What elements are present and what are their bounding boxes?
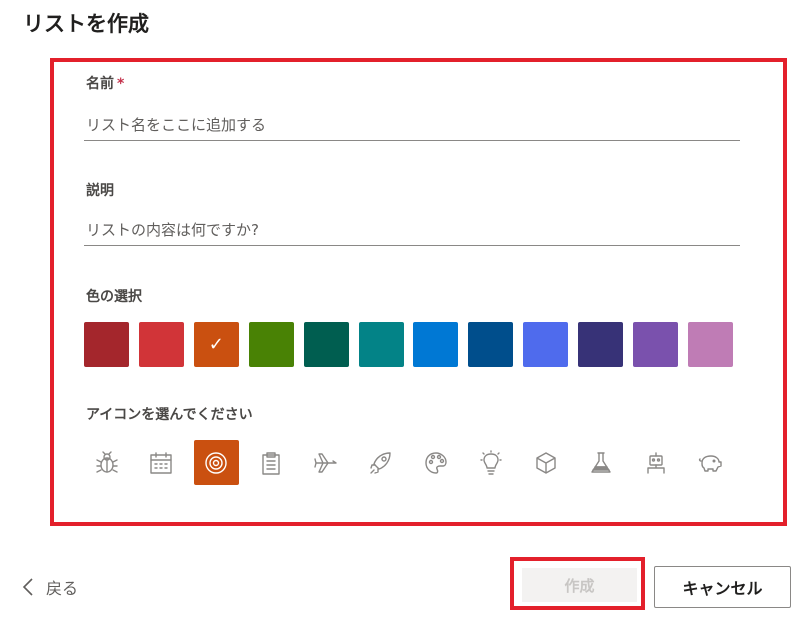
rocket-icon <box>370 451 391 474</box>
beaker-icon <box>590 451 611 473</box>
clipboard-icon <box>262 451 280 475</box>
bug-icon <box>95 450 118 473</box>
icon-label: アイコンを選んでください <box>86 407 253 423</box>
icon-option-target[interactable] <box>193 440 239 485</box>
name-label-text: 名前 <box>86 76 114 92</box>
chevron-left-icon <box>22 578 33 596</box>
airplane-icon <box>314 452 337 473</box>
icon-option-rocket[interactable] <box>359 440 404 485</box>
color-label: 色の選択 <box>86 289 142 305</box>
description-input[interactable] <box>84 215 740 246</box>
description-label: 説明 <box>86 183 114 199</box>
color-swatch[interactable] <box>633 322 678 367</box>
piggy-bank-icon <box>699 454 723 472</box>
create-button[interactable]: 作成 <box>522 568 637 602</box>
color-swatch[interactable] <box>248 322 294 367</box>
color-swatch[interactable] <box>687 322 733 367</box>
robot-icon <box>646 451 665 474</box>
icon-option-calendar[interactable] <box>139 440 184 485</box>
icon-option-robot[interactable] <box>633 440 678 485</box>
dialog-title: リストを作成 <box>23 12 149 36</box>
color-swatch[interactable] <box>303 322 349 367</box>
icon-option-airplane[interactable] <box>304 440 349 485</box>
color-swatch[interactable] <box>138 322 184 367</box>
color-swatch[interactable] <box>523 322 569 367</box>
checkmark-icon: ✓ <box>208 334 224 355</box>
cancel-button[interactable]: キャンセル <box>654 566 791 608</box>
icon-option-piggy-bank[interactable] <box>688 440 733 485</box>
back-label: 戻る <box>46 579 79 598</box>
palette-icon <box>425 451 447 474</box>
icon-option-beaker[interactable] <box>578 440 623 485</box>
color-swatch[interactable] <box>578 322 624 367</box>
required-mark: * <box>117 76 125 92</box>
name-label: 名前 * <box>86 73 124 93</box>
icon-option-palette[interactable] <box>413 440 458 485</box>
icon-option-lightbulb[interactable] <box>468 440 513 485</box>
name-input[interactable] <box>84 110 740 141</box>
icon-option-clipboard[interactable] <box>249 440 294 485</box>
color-swatch[interactable] <box>413 322 459 367</box>
target-icon <box>205 451 227 474</box>
calendar-icon <box>150 451 173 474</box>
icon-option-bug[interactable] <box>84 440 129 485</box>
icon-option-cube[interactable] <box>523 440 568 485</box>
color-swatch[interactable] <box>84 322 129 367</box>
color-swatch[interactable] <box>358 322 404 367</box>
create-button-highlight: 作成 <box>510 557 645 610</box>
create-list-form: 名前* 説明 色の選択 ✓ アイコンを選んでください <box>50 58 787 526</box>
back-button[interactable]: 戻る <box>22 575 78 599</box>
color-swatch[interactable]: ✓ <box>193 322 239 367</box>
cube-icon <box>535 451 556 474</box>
color-swatch[interactable] <box>468 322 514 367</box>
lightbulb-icon <box>480 449 502 475</box>
